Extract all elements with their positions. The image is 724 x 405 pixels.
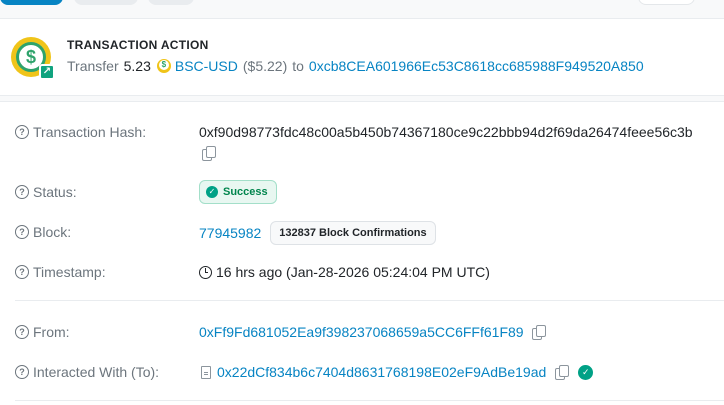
- to-value: 0x22dCf834b6c7404d8631768198E02eF9AdBe19…: [201, 364, 594, 380]
- timestamp-label: Timestamp:: [33, 264, 106, 280]
- document-icon: [201, 365, 211, 379]
- arrow-up-right-icon: ↗: [39, 64, 55, 80]
- block-label: Block:: [33, 224, 72, 240]
- action-title: TRANSACTION ACTION: [67, 38, 209, 52]
- block-value: 77945982 132837 Block Confirmations: [199, 221, 436, 245]
- tab-overview[interactable]: [0, 0, 63, 5]
- status-label: Status:: [33, 184, 77, 200]
- more-options-button[interactable]: [638, 0, 695, 5]
- token-link[interactable]: BSC-USD: [175, 58, 238, 74]
- status-label-row: ? Status:: [15, 184, 77, 200]
- block-label-row: ? Block:: [15, 224, 71, 240]
- to-word: to: [292, 58, 304, 74]
- timestamp-label-row: ? Timestamp:: [15, 264, 106, 280]
- copy-icon[interactable]: [202, 146, 216, 161]
- question-circle-icon[interactable]: ?: [15, 225, 29, 239]
- to-label-row: ? Interacted With (To):: [15, 364, 159, 380]
- from-label: From:: [33, 324, 70, 340]
- dollar-coin-icon: [156, 59, 171, 73]
- transaction-action-card: $ ↗ TRANSACTION ACTION Transfer 5.23 BSC…: [0, 18, 724, 96]
- from-label-row: ? From:: [15, 324, 70, 340]
- status-value: ✓ Success: [199, 180, 277, 204]
- usd-value: ($5.22): [242, 58, 288, 74]
- tab-state[interactable]: [148, 0, 194, 5]
- timestamp-value: 16 hrs ago (Jan-28-2026 05:24:04 PM UTC): [199, 264, 490, 280]
- clock-icon: [199, 265, 212, 279]
- from-value: 0xFf9Fd681052Ea9f398237068659a5CC6FFf61F…: [199, 324, 546, 340]
- hash-label-row: ? Transaction Hash:: [15, 124, 146, 140]
- tab-logs[interactable]: [74, 0, 138, 5]
- section-divider: [15, 400, 724, 401]
- action-amount: 5.23: [123, 58, 151, 74]
- action-verb: Transfer: [67, 58, 119, 74]
- question-circle-icon[interactable]: ?: [15, 125, 29, 139]
- question-circle-icon[interactable]: ?: [15, 265, 29, 279]
- copy-icon[interactable]: [531, 325, 546, 340]
- copy-icon[interactable]: [555, 365, 570, 380]
- recipient-address-link[interactable]: 0xcb8CEA601966Ec53C8618cc685988F949520A8…: [309, 58, 644, 74]
- transaction-details-card: ? Transaction Hash: 0xf90d98773fdc48c00a…: [0, 101, 724, 405]
- question-circle-icon[interactable]: ?: [15, 185, 29, 199]
- transaction-hash-value: 0xf90d98773fdc48c00a5b450b74367180ce9c22…: [199, 124, 693, 140]
- timestamp-text: 16 hrs ago (Jan-28-2026 05:24:04 PM UTC): [216, 264, 490, 280]
- question-circle-icon[interactable]: ?: [15, 365, 29, 379]
- block-number-link[interactable]: 77945982: [199, 225, 261, 241]
- check-circle-icon: ✓: [578, 364, 594, 380]
- contract-address-link[interactable]: 0x22dCf834b6c7404d8631768198E02eF9AdBe19…: [217, 364, 546, 380]
- action-summary: Transfer 5.23 BSC-USD ($5.22) to 0xcb8CE…: [67, 58, 644, 74]
- to-label: Interacted With (To):: [33, 364, 160, 380]
- status-badge: ✓ Success: [199, 180, 277, 204]
- transfer-coin-icon: $ ↗: [11, 37, 55, 80]
- confirmations-badge: 132837 Block Confirmations: [270, 221, 436, 245]
- check-circle-icon: ✓: [206, 186, 218, 198]
- from-address-link[interactable]: 0xFf9Fd681052Ea9f398237068659a5CC6FFf61F…: [199, 324, 524, 340]
- section-divider: [15, 300, 724, 301]
- status-text: Success: [223, 186, 268, 198]
- hash-label: Transaction Hash:: [33, 124, 147, 140]
- question-circle-icon[interactable]: ?: [15, 325, 29, 339]
